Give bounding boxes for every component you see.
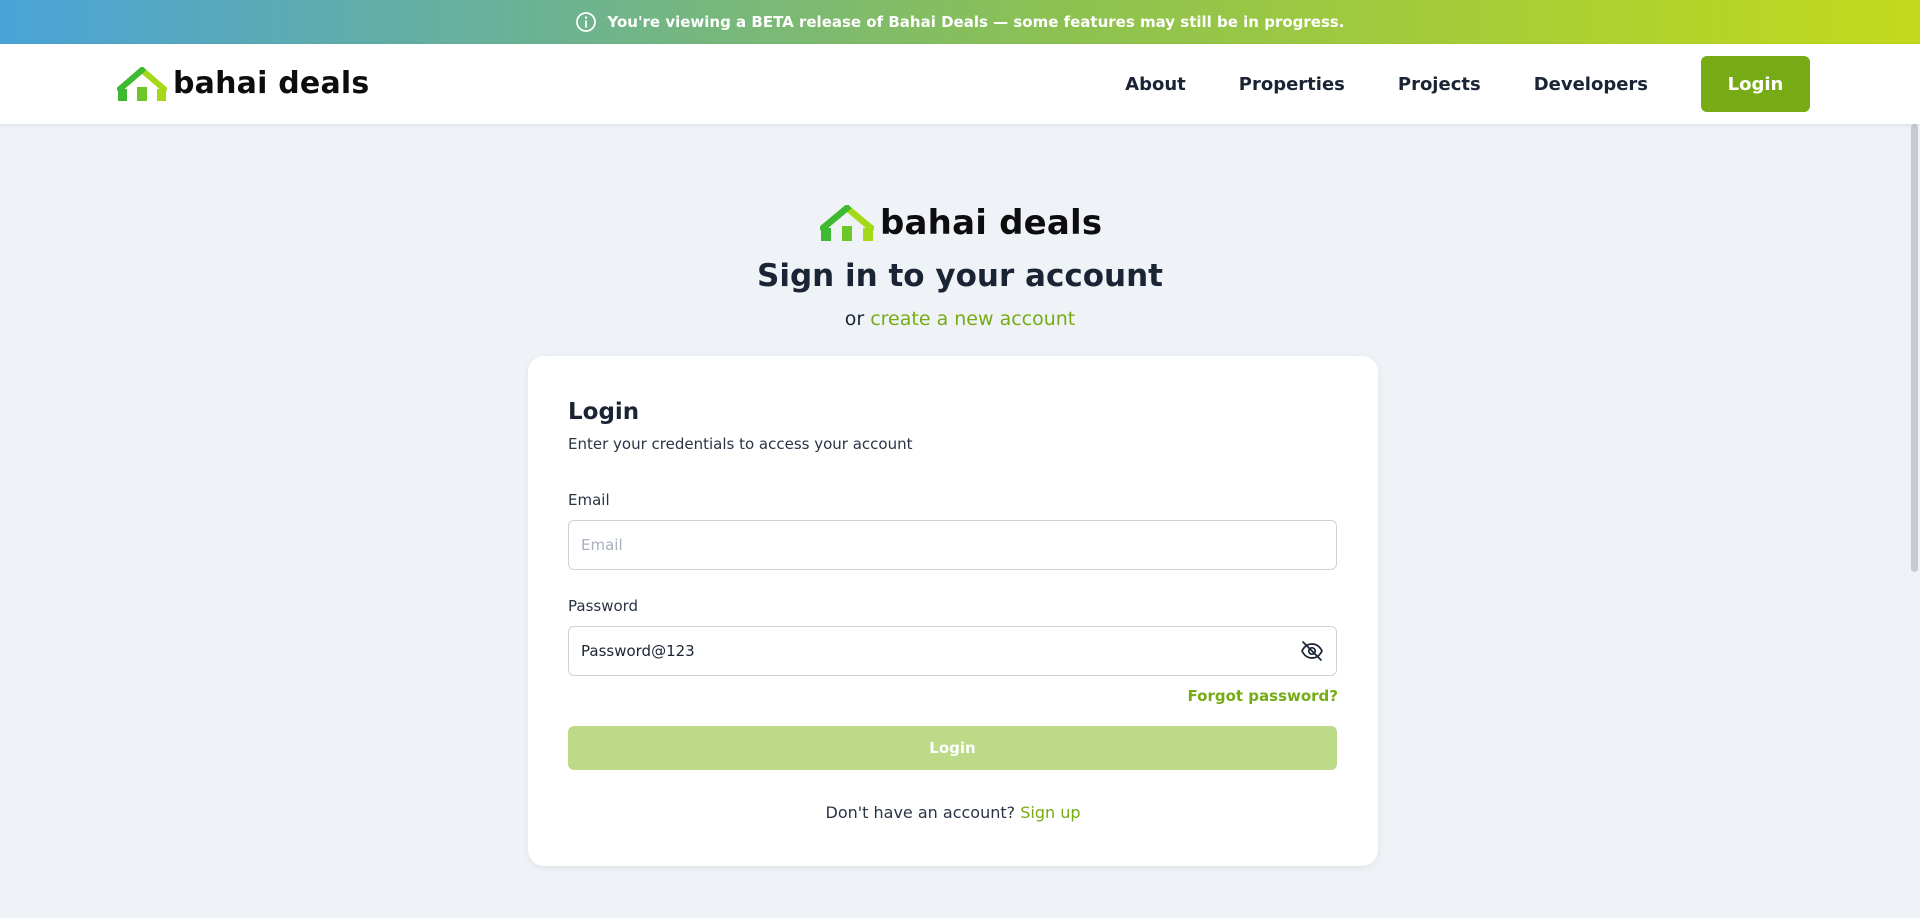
create-account-link[interactable]: create a new account [870,308,1075,330]
brand-name: bahai deals [880,203,1103,243]
brand-logo[interactable]: bahai deals [117,66,369,101]
beta-banner-text: You're viewing a BETA release of Bahai D… [607,13,1345,31]
subtitle-prefix: or [844,308,865,330]
house-logo-icon [820,205,874,241]
nav-projects[interactable]: Projects [1398,74,1481,95]
password-label: Password [568,597,639,615]
nav-about[interactable]: About [1125,74,1186,95]
auth-logo: bahai deals [820,203,1102,243]
nav-developers[interactable]: Developers [1534,74,1648,95]
login-submit-button[interactable]: Login [568,726,1337,770]
eye-off-icon[interactable] [1300,639,1324,663]
beta-banner: You're viewing a BETA release of Bahai D… [0,0,1920,44]
card-title: Login [568,399,640,425]
email-label: Email [568,491,610,509]
signup-link[interactable]: Sign up [1020,803,1080,822]
signup-row: Don't have an account? Sign up [528,803,1378,822]
info-icon [575,11,597,33]
nav-login-button[interactable]: Login [1701,56,1810,112]
nav-links: About Properties Projects Developers Log… [1125,44,1810,124]
password-field[interactable] [568,626,1337,676]
card-description: Enter your credentials to access your ac… [568,435,913,453]
nav-properties[interactable]: Properties [1239,74,1345,95]
forgot-password-link[interactable]: Forgot password? [1188,687,1339,705]
page-scrollbar[interactable] [1911,124,1918,572]
login-card: Login Enter your credentials to access y… [528,356,1378,866]
page-title: Sign in to your account [757,258,1163,294]
brand-name: bahai deals [173,66,370,101]
top-navbar: bahai deals About Properties Projects De… [0,44,1920,124]
house-logo-icon [117,66,167,101]
email-field[interactable] [568,520,1337,570]
signup-prompt: Don't have an account? [825,803,1016,822]
auth-subtitle: or create a new account [0,308,1920,330]
